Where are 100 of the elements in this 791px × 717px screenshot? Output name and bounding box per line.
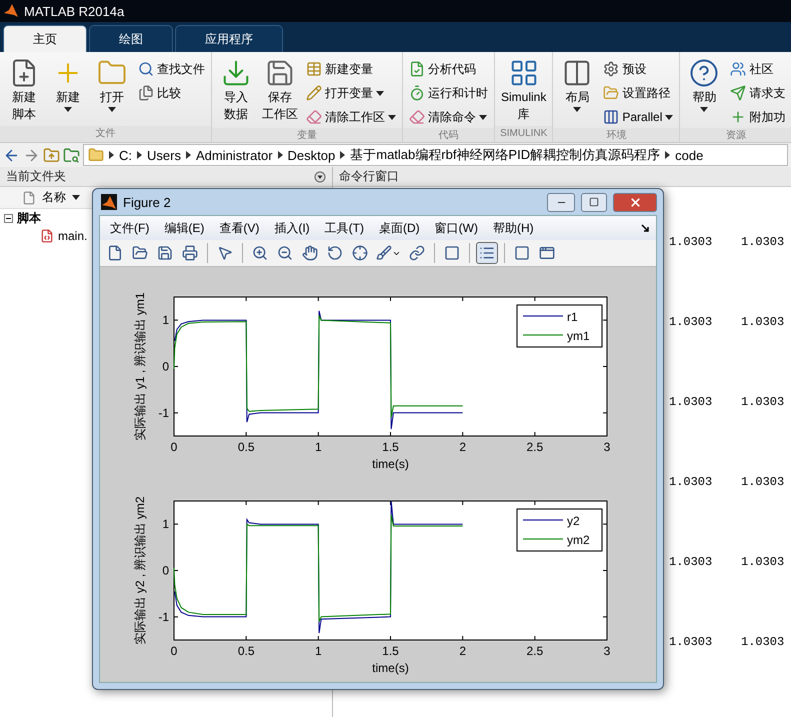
tick-label: 2 (459, 440, 466, 454)
ribbon-button[interactable]: 清除命令 (407, 106, 490, 128)
breadcrumb-arrow-icon (137, 151, 142, 159)
legend-label: y2 (567, 514, 580, 528)
group-label: SIMULINK (495, 126, 552, 142)
folder-icon (88, 147, 104, 163)
folder-up-icon[interactable] (43, 146, 60, 164)
caret-icon (479, 114, 487, 120)
ribbon-button[interactable]: 新建 (48, 56, 88, 126)
ribbon-button[interactable]: Simulink 库 (499, 56, 548, 126)
toolbar-button[interactable] (476, 242, 498, 264)
tick-label: -1 (158, 406, 169, 420)
ribbon-button[interactable]: 新建变量 (304, 58, 398, 80)
breadcrumb-arrow-icon (278, 151, 283, 159)
breadcrumb[interactable]: Administrator (196, 148, 273, 162)
columns-icon (562, 58, 592, 88)
tick-label: 2 (459, 644, 466, 658)
grid-icon (508, 58, 539, 88)
ribbon-button[interactable]: 打开变量 (304, 82, 398, 104)
ribbon-button[interactable]: 帮助 (684, 56, 724, 128)
group-label: 代码 (403, 128, 494, 142)
breadcrumb[interactable]: C: (119, 148, 132, 162)
group-label: 变量 (212, 128, 402, 142)
ribbon-button[interactable]: 运行和计时 (407, 82, 490, 104)
output-value: 1.0303 (741, 474, 786, 490)
menu-item[interactable]: 编辑(E) (164, 220, 204, 236)
dock-arrow-icon[interactable] (641, 224, 650, 232)
window-title: Figure 2 (123, 194, 172, 210)
folder-browse-icon[interactable] (63, 146, 80, 164)
panel-menu-icon[interactable] (314, 170, 326, 182)
tick-label: 0.5 (238, 644, 254, 658)
breadcrumb[interactable]: Desktop (288, 148, 336, 162)
ribbon-button[interactable]: 布局 (557, 56, 598, 128)
caret-icon (376, 90, 384, 96)
panel-title: 命令行窗口 (339, 168, 399, 185)
rotate-icon (327, 245, 343, 261)
close-button[interactable] (613, 192, 657, 212)
collapse-icon[interactable] (4, 214, 13, 222)
group-label: 环境 (553, 128, 680, 142)
menu-item[interactable]: 帮助(H) (492, 220, 534, 236)
menu-item[interactable]: 工具(T) (324, 220, 364, 236)
ribbon-tab[interactable]: 绘图 (89, 25, 173, 52)
output-value: 1.0303 (669, 554, 714, 570)
tree-item[interactable]: 脚本 (17, 210, 41, 226)
ribbon-tab[interactable]: 主页 (3, 25, 87, 52)
group-label: 文件 (0, 126, 211, 142)
hand-icon (302, 245, 318, 261)
ribbon-button[interactable]: Parallel (601, 106, 676, 128)
ribbon-button[interactable]: 新建 脚本 (4, 56, 44, 126)
tick-label: 1.5 (382, 644, 399, 658)
breadcrumb[interactable]: Users (147, 148, 181, 162)
brush-icon (376, 245, 392, 261)
menu-item[interactable]: 窗口(W) (434, 220, 478, 236)
ribbon-button[interactable]: 请求支 (728, 82, 788, 104)
breadcrumb-arrow-icon (665, 151, 670, 159)
menu-item[interactable]: 文件(F) (110, 220, 150, 236)
tick-label: 1 (162, 517, 169, 532)
axis-label: time(s) (372, 661, 409, 675)
ribbon-button[interactable]: 导入 数据 (216, 56, 256, 128)
breadcrumb-arrow-icon (109, 151, 114, 159)
ribbon-button[interactable]: 附加功 (728, 106, 788, 128)
maximize-button[interactable] (581, 192, 607, 212)
column-label[interactable]: 名称 (42, 189, 66, 206)
eraser-icon (306, 109, 322, 125)
file-check-icon (409, 61, 425, 77)
caret-icon (64, 107, 72, 112)
window-title: MATLAB R2014a (24, 4, 124, 18)
ribbon-button[interactable]: 查找文件 (136, 58, 207, 80)
ribbon-button[interactable]: 社区 (728, 58, 788, 80)
tick-label: 0 (170, 644, 178, 658)
file-icon (22, 190, 36, 204)
breadcrumb[interactable]: code (675, 148, 704, 162)
address-field[interactable]: C: Users Administrator Desktop 基于matlab编程rbf神经网络PID解耦控制仿真源码程序 code (83, 144, 788, 166)
tick-label: 1 (315, 644, 322, 658)
minimize-button[interactable] (547, 192, 575, 212)
ribbon-button[interactable]: 比较 (136, 82, 207, 104)
ribbon-tab[interactable]: 应用程序 (175, 25, 283, 52)
output-value: 1.0303 (741, 314, 786, 330)
legend-label: ym1 (567, 329, 590, 343)
menu-item[interactable]: 桌面(D) (378, 220, 420, 236)
output-value: 1.0303 (741, 554, 786, 570)
ribbon-button[interactable]: 保存 工作区 (260, 56, 300, 128)
legend-line-sample (522, 334, 564, 336)
tick-label: 0 (162, 360, 169, 374)
ribbon-button[interactable]: 设置路径 (601, 82, 676, 104)
ribbon-button[interactable]: 清除工作区 (304, 106, 398, 128)
output-value: 1.0303 (741, 634, 786, 650)
users-icon (730, 61, 746, 77)
ribbon-button[interactable]: 分析代码 (407, 58, 490, 80)
breadcrumb[interactable]: 基于matlab编程rbf神经网络PID解耦控制仿真源码程序 (350, 146, 660, 164)
menu-item[interactable]: 插入(I) (274, 220, 310, 236)
ribbon-button[interactable]: 预设 (601, 58, 676, 80)
output-value: 1.0303 (669, 634, 714, 650)
menu-item[interactable]: 查看(V) (219, 220, 260, 236)
output-value: 1.0303 (741, 234, 786, 250)
caret-icon (665, 114, 674, 120)
help-icon (689, 58, 720, 88)
ribbon-button[interactable]: 打开 (92, 56, 132, 126)
tree-item[interactable]: main. (58, 229, 88, 243)
output-value: 1.0303 (741, 394, 786, 410)
